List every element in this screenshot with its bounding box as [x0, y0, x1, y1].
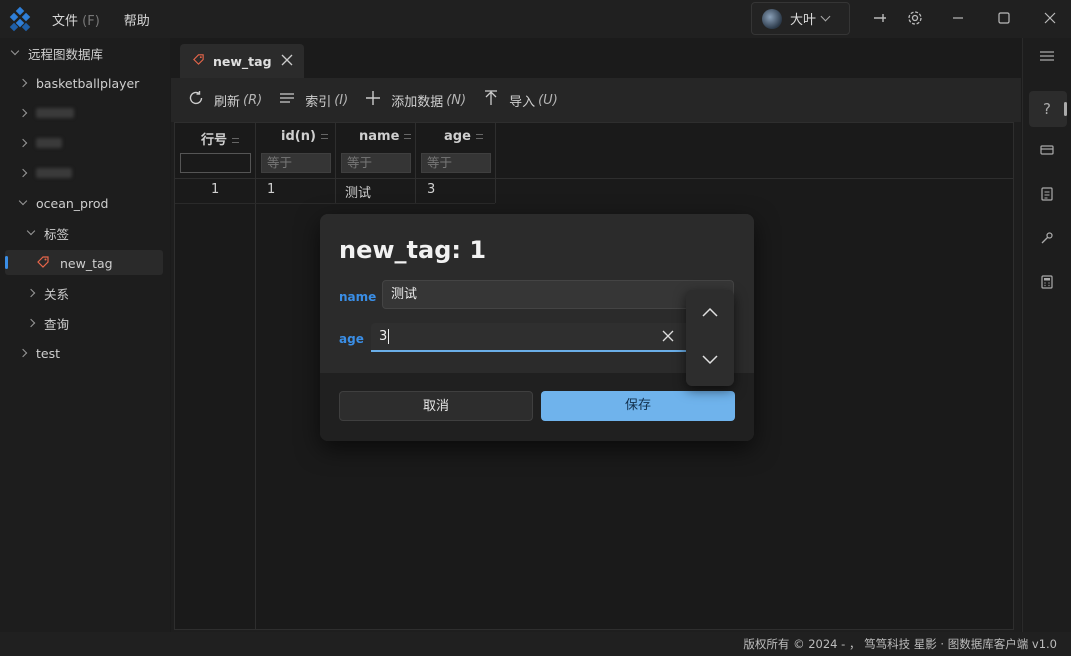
toolbar: 刷新 (R) 索引 (I) 添加数据 (N) 导入 (U) [171, 78, 1021, 122]
right-rail: ? [1022, 38, 1071, 632]
menu-help[interactable]: 帮助 [124, 10, 150, 29]
column-separator [415, 123, 416, 203]
redacted-label [36, 108, 74, 118]
number-stepper [686, 290, 734, 386]
tree-item-new-tag[interactable]: new_tag [36, 250, 113, 276]
menu-icon[interactable] [1035, 47, 1059, 71]
chevron-right-icon [18, 168, 28, 178]
tree-item-basketballplayer[interactable]: basketballplayer [18, 70, 139, 96]
cell-row-no[interactable]: 1 [211, 182, 219, 197]
column-header-id[interactable]: id(n) [281, 129, 328, 144]
plus-icon [364, 89, 382, 112]
chevron-right-icon [18, 108, 28, 118]
minimize-icon[interactable] [948, 9, 968, 29]
add-data-button[interactable]: 添加数据 (N) [364, 89, 466, 112]
column-menu-icon[interactable] [232, 138, 240, 143]
redacted-label [36, 138, 62, 148]
list-icon [278, 89, 296, 112]
save-button[interactable]: 保存 [541, 391, 735, 421]
age-field-label: age [339, 332, 364, 346]
cell-name[interactable]: 测试 [345, 182, 371, 201]
tree-item-test[interactable]: test [18, 340, 60, 366]
chevron-right-icon [26, 288, 36, 298]
row-no-filter-input[interactable] [180, 153, 251, 173]
pin-icon[interactable] [870, 9, 890, 29]
name-field-input[interactable]: 测试 [382, 280, 734, 309]
cancel-button[interactable]: 取消 [339, 391, 533, 421]
age-field-input[interactable]: 3 [371, 323, 691, 352]
tree-item-queries[interactable]: 查询 [26, 310, 69, 336]
chevron-down-icon [820, 11, 831, 22]
import-button[interactable]: 导入 (U) [482, 89, 558, 112]
pin-tool-icon[interactable] [1035, 229, 1059, 253]
tree-selection-indicator [5, 256, 8, 269]
column-separator [255, 123, 256, 629]
cell-age[interactable]: 3 [427, 182, 435, 197]
close-icon[interactable] [1040, 9, 1060, 29]
chevron-down-icon [10, 46, 20, 56]
name-field-label: name [339, 290, 377, 304]
card-icon[interactable] [1035, 141, 1059, 165]
chevron-right-icon [26, 318, 36, 328]
chevron-right-icon [18, 348, 28, 358]
column-header-age[interactable]: age [444, 129, 483, 144]
chevron-down-icon [701, 354, 719, 370]
title-bar: 文件 (F) 帮助 大叶 [0, 0, 1071, 38]
column-menu-icon[interactable] [320, 134, 328, 139]
user-menu[interactable]: 大叶 [751, 2, 850, 35]
tag-icon [36, 255, 50, 272]
status-bar: 版权所有 © 2024 - ， 笃笃科技 星影 · 图数据库客户端 v1.0 [0, 632, 1071, 656]
column-separator [495, 123, 496, 203]
column-menu-icon[interactable] [404, 134, 412, 139]
chevron-down-icon [26, 226, 36, 236]
index-button[interactable]: 索引 (I) [278, 89, 348, 112]
name-filter-input[interactable]: 等于 [341, 153, 411, 173]
app-logo-icon [8, 6, 32, 32]
refresh-button[interactable]: 刷新 (R) [187, 89, 262, 112]
increment-button[interactable] [686, 290, 734, 338]
tab-close-icon[interactable] [280, 52, 294, 71]
calculator-icon[interactable] [1035, 273, 1059, 297]
rail-active-indicator [1064, 102, 1067, 116]
column-menu-icon[interactable] [475, 134, 483, 139]
tab-bar: new_tag [171, 38, 1021, 78]
id-filter-input[interactable]: 等于 [261, 153, 331, 173]
column-separator [335, 123, 336, 203]
dialog-title: new_tag: 1 [339, 236, 487, 264]
avatar [762, 8, 782, 29]
tag-icon [192, 53, 205, 70]
help-icon[interactable]: ? [1035, 97, 1059, 121]
chevron-right-icon [18, 138, 28, 148]
column-header-name[interactable]: name [359, 129, 412, 144]
column-header-row-no[interactable]: 行号 [201, 129, 240, 148]
tree-root[interactable]: 远程图数据库 [10, 40, 103, 66]
tab-new-tag[interactable]: new_tag [180, 44, 304, 78]
chevron-up-icon [701, 306, 719, 322]
maximize-icon[interactable] [994, 9, 1014, 29]
chevron-right-icon [18, 78, 28, 88]
tree-item-ocean-prod[interactable]: ocean_prod [18, 190, 108, 216]
user-name: 大叶 [790, 13, 817, 28]
text-cursor [388, 329, 390, 344]
menu-file[interactable]: 文件 (F) [52, 10, 100, 29]
header-divider [175, 178, 1013, 179]
tree-item-redacted-2[interactable] [18, 130, 62, 156]
cell-id[interactable]: 1 [267, 182, 275, 197]
redacted-label [36, 168, 72, 178]
settings-gear-icon[interactable] [905, 9, 925, 29]
refresh-icon [187, 89, 205, 112]
tree-item-redacted-3[interactable] [18, 160, 72, 186]
chevron-down-icon [18, 196, 28, 206]
age-filter-input[interactable]: 等于 [421, 153, 491, 173]
row-divider [175, 203, 495, 204]
database-tree: 远程图数据库 basketballplayer ocean_prod 标签 ne… [0, 38, 170, 632]
clear-icon[interactable] [661, 323, 675, 359]
tree-item-relations[interactable]: 关系 [26, 280, 69, 306]
upload-icon [482, 89, 500, 112]
document-icon[interactable] [1035, 185, 1059, 209]
tree-item-redacted-1[interactable] [18, 100, 74, 126]
tree-item-tags[interactable]: 标签 [26, 220, 69, 246]
decrement-button[interactable] [686, 338, 734, 386]
